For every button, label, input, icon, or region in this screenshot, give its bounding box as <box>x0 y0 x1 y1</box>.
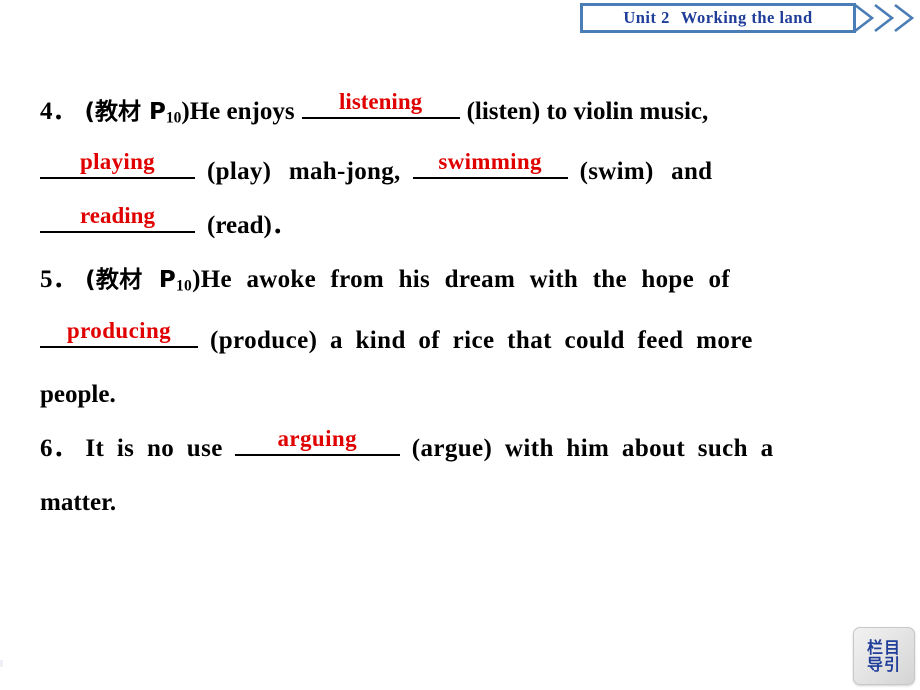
exercise-6-text-2: (argue) with him about such a <box>411 434 774 462</box>
answer-listening: listening <box>339 89 423 114</box>
slide-header: Unit 2 Working the land <box>580 3 920 35</box>
chevron-right-triple-icon <box>854 3 915 33</box>
exercise-4-text-1: He enjoys <box>189 98 295 125</box>
exercise-4-source-prefix: (教材 P <box>84 99 166 125</box>
answer-swimming: swimming <box>438 149 542 175</box>
exercise-4-line-1: 4． (教材 P10)He enjoys listening (listen) to … <box>40 85 885 145</box>
exercise-6-text-1: It is no use <box>85 434 223 462</box>
exercise-content: 4． (教材 P10)He enjoys listening (listen) to … <box>40 85 885 530</box>
exercise-5-line-1: 5． (教材 P10)He awoke from his dream with t… <box>40 253 885 313</box>
column-guide-label-line1: 栏目 <box>866 637 901 657</box>
unit-label: Unit 2 <box>623 8 670 27</box>
exercise-6-line-2: matter. <box>40 476 885 530</box>
exercise-4-text-3: (play) mah-jong, <box>207 158 401 186</box>
exercise-4-text-4: (swim) and <box>579 158 713 186</box>
blank-swimming[interactable]: swimming <box>412 147 568 180</box>
exercise-5-source-page: 10 <box>176 277 193 295</box>
exercise-4-number: 4． <box>40 98 78 125</box>
exercise-4-line-2: playing (play) mah-jong, swimming (swim) an… <box>40 145 885 199</box>
blank-playing[interactable]: playing <box>40 147 195 180</box>
exercise-6-text-3: matter. <box>40 488 117 516</box>
exercise-5-text-1: He awoke from his dream with the hope of <box>200 266 730 294</box>
exercise-6-number: 6． <box>40 434 79 462</box>
exercise-5-line-3: people. <box>40 368 885 422</box>
exercise-5-text-2: (produce) a kind of rice that could feed… <box>210 326 753 354</box>
exercise-5-line-2: producing (produce) a kind of rice that c… <box>40 314 885 368</box>
answer-playing: playing <box>80 149 155 175</box>
exercise-5-number: 5． <box>40 266 79 294</box>
exercise-6-line-1: 6． It is no use arguing (argue) with him ab… <box>40 422 885 476</box>
exercise-4-text-2: (listen) to violin music, <box>466 98 709 125</box>
blank-arguing[interactable]: arguing <box>234 424 400 456</box>
answer-arguing: arguing <box>277 425 357 451</box>
exercise-5-text-3: people. <box>40 380 116 408</box>
blank-reading[interactable]: reading <box>40 201 195 234</box>
blank-listening[interactable]: listening <box>301 87 460 119</box>
unit-title-text: Working the land <box>680 8 813 27</box>
exercise-5-source-prefix: (教材 P <box>85 267 176 294</box>
unit-title: Unit 2 Working the land <box>623 8 812 28</box>
slide-edge-mark <box>0 660 3 667</box>
exercise-4-line-3: reading (read)． <box>40 199 885 253</box>
column-guide-label-line2: 导引 <box>866 655 901 674</box>
exercise-4-text-5: (read)． <box>207 212 297 240</box>
exercise-4-source-suffix: ) <box>181 98 190 125</box>
answer-producing: producing <box>66 317 172 343</box>
blank-producing[interactable]: producing <box>40 316 198 348</box>
unit-title-box: Unit 2 Working the land <box>580 3 856 33</box>
answer-reading: reading <box>80 203 155 229</box>
exercise-5-source-suffix: ) <box>192 266 201 294</box>
column-guide-button[interactable]: 栏目 导引 <box>853 627 915 685</box>
exercise-4-source-page: 10 <box>165 109 182 127</box>
